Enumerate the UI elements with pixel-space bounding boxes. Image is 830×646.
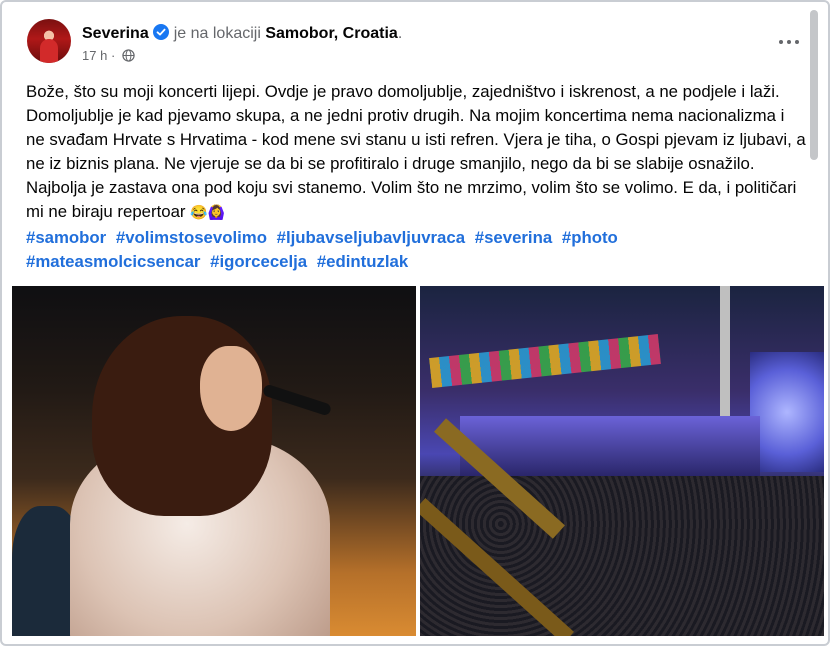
- post-body: Bože, što su moji koncerti lijepi. Ovdje…: [26, 82, 806, 221]
- post-time[interactable]: 17 h: [82, 48, 107, 63]
- hashtag-link[interactable]: #volimstosevolimo: [116, 228, 267, 247]
- microphone-shape: [261, 383, 333, 417]
- scrollbar-thumb[interactable]: [810, 10, 818, 160]
- time-separator: ·: [110, 48, 116, 63]
- photo-led-screen: [750, 352, 824, 472]
- hashtag-link[interactable]: #photo: [562, 228, 618, 247]
- hashtag-link[interactable]: #ljubavseljubavljuvraca: [277, 228, 465, 247]
- photo-bunting-flags: [429, 334, 661, 388]
- hashtag-link[interactable]: #samobor: [26, 228, 106, 247]
- hashtag-list: #samobor #volimstosevolimo #ljubavseljub…: [26, 226, 806, 274]
- location-link[interactable]: Samobor, Croatia: [265, 25, 397, 42]
- post-header: Severina je na lokaciji Samobor, Croatia.: [82, 24, 402, 45]
- post-emojis: 😂🙆‍♀️: [190, 204, 226, 220]
- hashtag-link[interactable]: #edintuzlak: [317, 252, 408, 271]
- photo-concert-crowd[interactable]: [420, 286, 824, 636]
- more-options-icon[interactable]: [774, 32, 804, 52]
- photo-stage: [460, 416, 760, 476]
- verified-badge-icon: [152, 24, 169, 45]
- post-text: Bože, što su moji koncerti lijepi. Ovdje…: [26, 80, 806, 224]
- photo-face: [200, 346, 262, 431]
- photo-singer-performing[interactable]: [12, 286, 416, 636]
- hashtag-link[interactable]: #mateasmolcicsencar: [26, 252, 200, 271]
- location-prefix: je na lokaciji: [173, 25, 261, 42]
- author-avatar[interactable]: [27, 19, 71, 63]
- location-suffix: .: [397, 25, 403, 42]
- globe-icon[interactable]: [122, 49, 135, 65]
- hashtag-link[interactable]: #severina: [475, 228, 552, 247]
- post-meta: 17 h ·: [82, 48, 135, 65]
- author-name[interactable]: Severina: [82, 25, 149, 42]
- hashtag-link[interactable]: #igorcecelja: [210, 252, 307, 271]
- post-card: Severina je na lokaciji Samobor, Croatia.…: [0, 0, 830, 646]
